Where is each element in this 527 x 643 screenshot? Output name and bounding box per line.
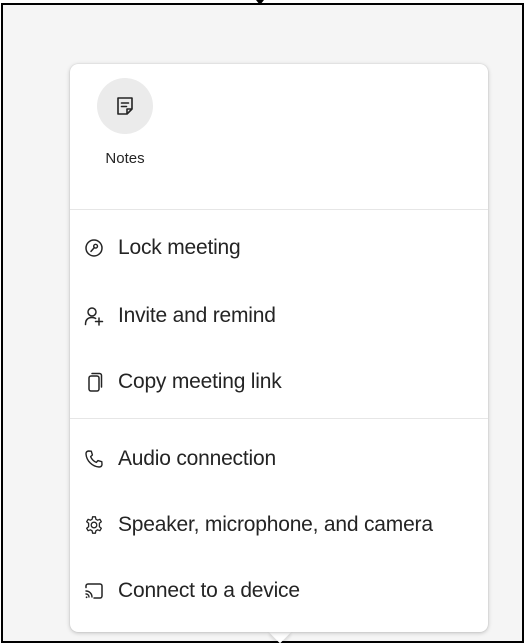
menu-divider bbox=[70, 209, 488, 210]
menu-item-audio-connection[interactable]: Audio connection bbox=[70, 430, 488, 488]
notes-icon bbox=[117, 97, 133, 115]
menu-item-label: Audio connection bbox=[118, 447, 276, 470]
phone-icon bbox=[84, 449, 104, 469]
menu-item-lock-meeting[interactable]: Lock meeting bbox=[70, 219, 488, 277]
lock-meeting-icon bbox=[84, 238, 104, 258]
menu-item-label: Invite and remind bbox=[118, 304, 276, 327]
settings-gear-icon bbox=[84, 515, 104, 535]
menu-item-label: Lock meeting bbox=[118, 236, 241, 259]
menu-item-connect-to-device[interactable]: Connect to a device bbox=[70, 562, 488, 620]
menu-item-copy-meeting-link[interactable]: Copy meeting link bbox=[70, 353, 488, 411]
invite-person-icon bbox=[84, 306, 104, 326]
menu-item-label: Connect to a device bbox=[118, 579, 300, 602]
copy-icon bbox=[84, 372, 104, 392]
cast-icon bbox=[84, 581, 104, 601]
app-tile-label: Notes bbox=[105, 150, 145, 167]
menu-item-label: Copy meeting link bbox=[118, 370, 282, 393]
menu-item-speaker-microphone-camera[interactable]: Speaker, microphone, and camera bbox=[70, 496, 488, 554]
notes-tile-circle bbox=[97, 78, 153, 134]
menu-divider bbox=[70, 418, 488, 419]
menu-item-label: Speaker, microphone, and camera bbox=[118, 513, 433, 536]
menu-item-invite-and-remind[interactable]: Invite and remind bbox=[70, 287, 488, 345]
more-actions-menu: Notes Lock meeting Invite and remind Cop… bbox=[70, 64, 488, 632]
app-tile-notes[interactable]: Notes bbox=[92, 78, 158, 167]
frame-notch bbox=[256, 0, 264, 5]
